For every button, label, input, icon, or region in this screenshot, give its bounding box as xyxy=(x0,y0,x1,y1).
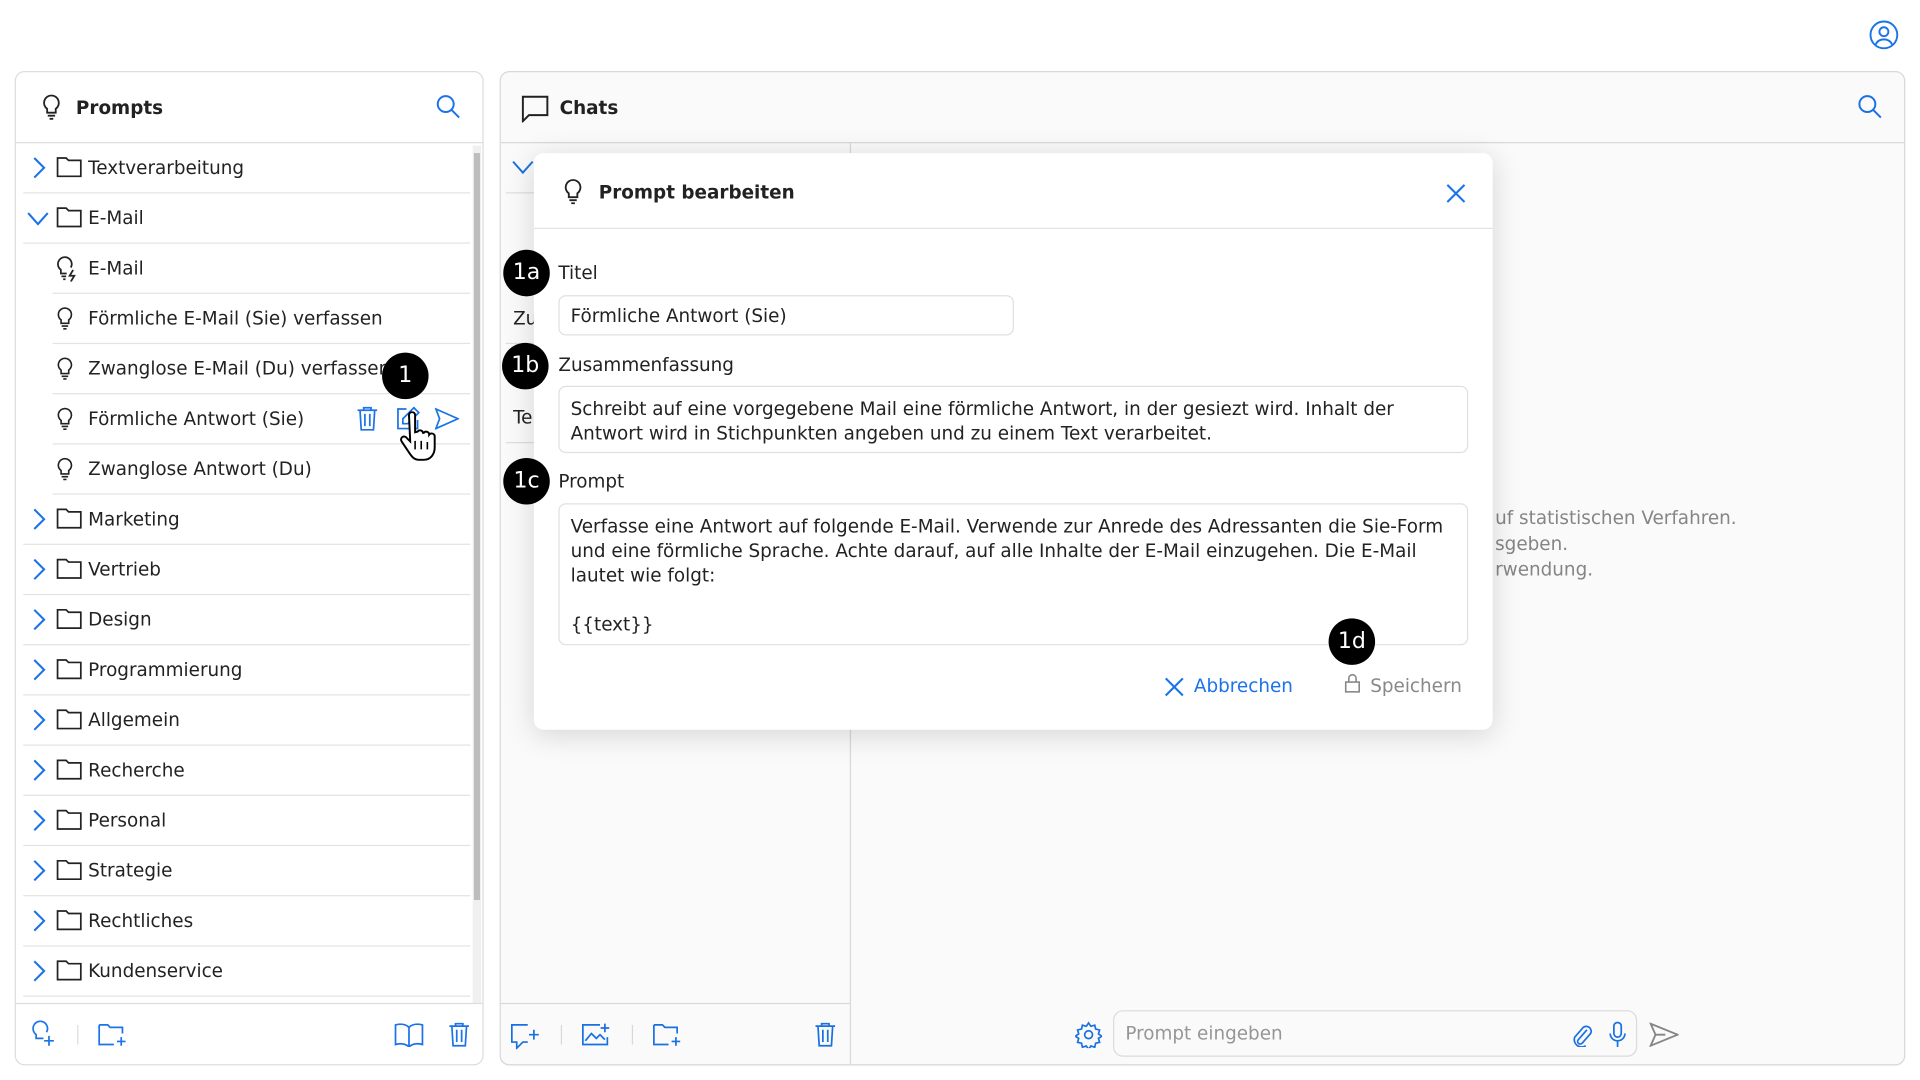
folder-item[interactable]: Kundenservice xyxy=(23,947,471,997)
title-label: Titel xyxy=(558,262,598,285)
folder-item[interactable]: Design xyxy=(23,595,471,646)
save-label: Speichern xyxy=(1370,674,1462,697)
lightbulb-bolt-icon xyxy=(54,256,78,282)
prompts-title: Prompts xyxy=(75,96,164,119)
summary-textarea[interactable]: Schreibt auf eine vorgegebene Mail eine … xyxy=(558,385,1469,454)
chevron-right-icon[interactable] xyxy=(32,960,47,982)
library-book-icon[interactable] xyxy=(394,1022,424,1047)
item-label: E-Mail xyxy=(88,206,144,229)
annotation-badge-1c: 1c xyxy=(503,457,550,505)
folder-icon xyxy=(56,659,82,680)
folder-icon xyxy=(56,910,82,931)
annotation-badge-1a: 1a xyxy=(503,249,550,297)
item-label: Marketing xyxy=(88,508,180,531)
folder-icon xyxy=(56,960,82,981)
chevron-right-icon[interactable] xyxy=(32,910,47,932)
cancel-label: Abbrechen xyxy=(1193,674,1293,697)
lightbulb-icon xyxy=(55,407,75,433)
folder-icon xyxy=(56,859,82,881)
close-icon[interactable] xyxy=(1446,184,1466,204)
item-label: Design xyxy=(88,608,152,631)
item-label: Kundenservice xyxy=(88,960,223,983)
annotation-badge-1d: 1d xyxy=(1328,618,1376,665)
item-label: Vertrieb xyxy=(88,558,161,581)
folder-item[interactable]: Rechtliches xyxy=(23,896,471,947)
folder-item[interactable]: Programmierung xyxy=(23,645,471,696)
folder-icon xyxy=(56,608,82,630)
item-label: Strategie xyxy=(88,859,173,882)
annotation-badge-1b: 1b xyxy=(502,342,549,390)
folder-item[interactable]: Strategie xyxy=(23,846,471,897)
item-label: Förmliche Antwort (Sie) xyxy=(88,407,305,430)
folder-icon xyxy=(56,207,82,228)
folder-icon xyxy=(56,709,82,730)
folder-item[interactable]: Allgemein xyxy=(23,696,471,746)
lightbulb-icon xyxy=(40,94,62,121)
prompt-item[interactable]: Förmliche E-Mail (Sie) verfassen xyxy=(52,294,471,345)
prompt-item[interactable]: E-Mail xyxy=(52,244,471,294)
folder-item[interactable]: Vertrieb xyxy=(23,545,471,596)
scrollbar[interactable] xyxy=(472,145,482,1003)
prompt-label: Prompt xyxy=(558,470,625,493)
item-label: Programmierung xyxy=(88,658,243,681)
folder-icon xyxy=(56,157,82,178)
cancel-button[interactable]: Abbrechen xyxy=(1164,674,1293,697)
user-account-icon[interactable] xyxy=(1869,20,1900,51)
prompts-header: Prompts xyxy=(15,72,483,144)
search-icon[interactable] xyxy=(436,94,460,119)
folder-icon xyxy=(56,558,82,579)
folder-item[interactable]: Textverarbeitung xyxy=(23,143,471,194)
title-input[interactable]: Förmliche Antwort (Sie) xyxy=(558,295,1014,336)
item-label: Förmliche E-Mail (Sie) verfassen xyxy=(88,307,383,330)
item-label: Zwanglose E-Mail (Du) verfassen xyxy=(88,357,391,380)
item-label: Rechtliches xyxy=(88,909,194,932)
chevron-down-icon[interactable] xyxy=(27,212,49,227)
prompt-textarea[interactable]: Verfasse eine Antwort auf folgende E-Mai… xyxy=(558,503,1469,646)
chevron-right-icon[interactable] xyxy=(32,860,47,882)
lightbulb-icon xyxy=(562,179,584,206)
folder-item[interactable]: Marketing xyxy=(23,495,471,545)
delete-all-icon[interactable] xyxy=(448,1022,470,1047)
chevron-right-icon[interactable] xyxy=(32,157,47,179)
chevron-right-icon[interactable] xyxy=(32,659,47,681)
lightbulb-icon xyxy=(55,306,75,332)
lightbulb-icon xyxy=(55,356,75,382)
close-icon xyxy=(1164,677,1184,697)
item-label: Personal xyxy=(88,809,167,832)
add-folder-icon[interactable] xyxy=(98,1022,127,1046)
item-label: E-Mail xyxy=(88,257,144,280)
chevron-right-icon[interactable] xyxy=(32,809,47,831)
folder-item[interactable]: Personal xyxy=(23,796,471,847)
folder-icon xyxy=(56,759,82,780)
delete-icon[interactable] xyxy=(356,406,378,431)
folder-item[interactable]: E-Mail xyxy=(23,193,471,244)
hand-cursor-icon xyxy=(398,411,437,462)
folder-icon xyxy=(56,508,82,529)
summary-label: Zusammenfassung xyxy=(558,353,734,376)
folder-item[interactable]: Recherche xyxy=(23,746,471,796)
item-label: Recherche xyxy=(88,759,185,782)
send-icon[interactable] xyxy=(434,407,460,430)
item-label: Zwanglose Antwort (Du) xyxy=(88,457,312,481)
chevron-right-icon[interactable] xyxy=(32,558,47,580)
chevron-right-icon[interactable] xyxy=(32,709,47,731)
item-label: Textverarbeitung xyxy=(88,156,245,179)
item-label: Allgemein xyxy=(88,708,180,732)
chevron-right-icon[interactable] xyxy=(32,508,47,530)
lock-icon xyxy=(1344,673,1361,693)
chevron-right-icon[interactable] xyxy=(32,609,47,631)
save-button[interactable]: Speichern xyxy=(1344,673,1462,697)
dialog-title: Prompt bearbeiten xyxy=(598,181,795,204)
folder-icon xyxy=(56,809,82,830)
prompts-panel: Prompts Textverarbeitung E-Mail E-Mail Förm… xyxy=(14,71,484,1066)
add-prompt-icon[interactable] xyxy=(31,1020,55,1047)
lightbulb-icon xyxy=(55,457,75,483)
annotation-badge-1: 1 xyxy=(382,352,429,400)
chevron-right-icon[interactable] xyxy=(32,759,47,781)
